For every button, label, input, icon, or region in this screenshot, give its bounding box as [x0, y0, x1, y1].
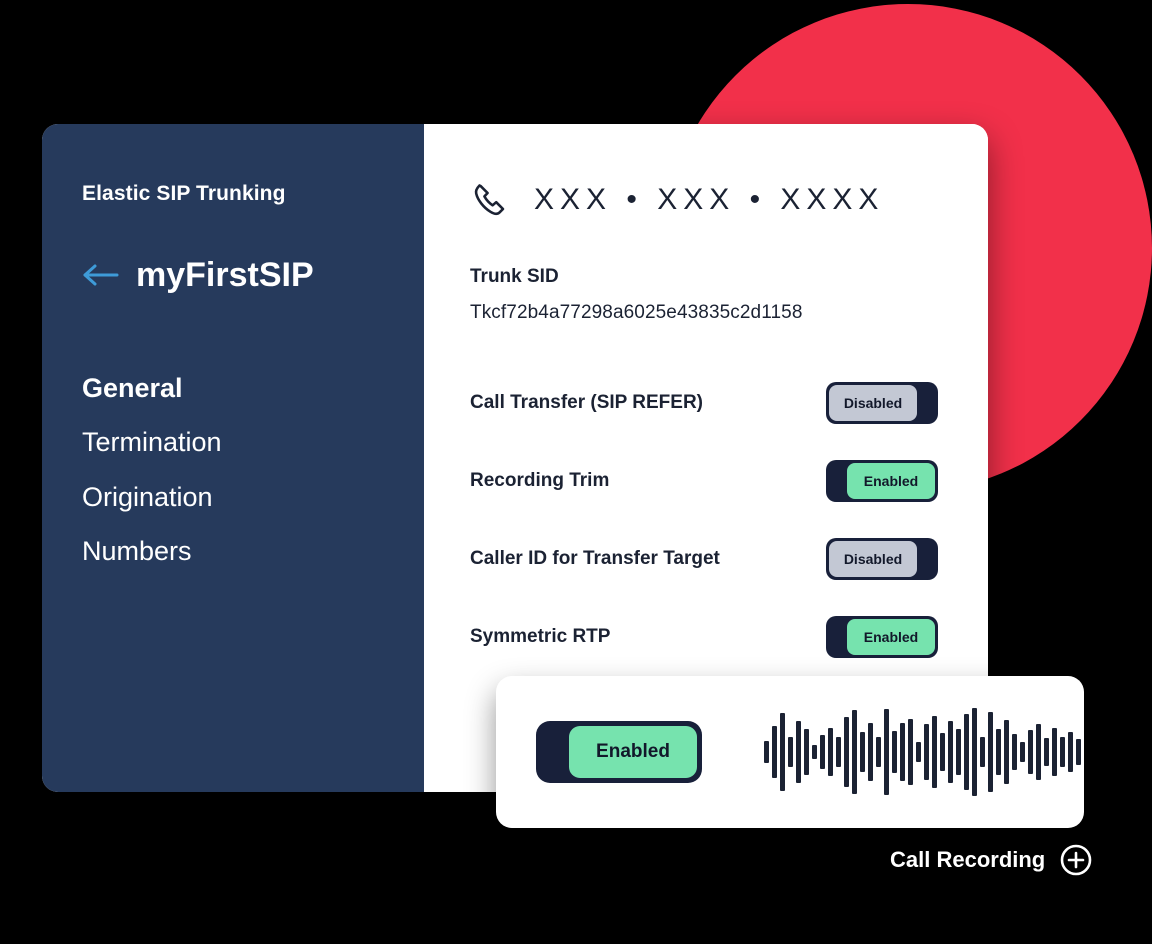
trunk-name: myFirstSIP [136, 256, 314, 294]
setting-row-recording-trim: Recording Trim Enabled [470, 460, 938, 502]
waveform-bar [1004, 720, 1009, 784]
arrow-left-icon[interactable] [82, 260, 120, 290]
trunk-sid-label: Trunk SID [470, 266, 559, 287]
waveform-bar [940, 733, 945, 771]
trunk-header: myFirstSIP [82, 258, 424, 292]
waveform-bar [772, 726, 777, 778]
sidebar-item-numbers[interactable]: Numbers [82, 537, 424, 566]
waveform-bar [964, 714, 969, 790]
waveform-bar [1012, 734, 1017, 770]
waveform-bar [828, 728, 833, 776]
call-recording-card: Enabled [496, 676, 1084, 828]
toggle-knob-label: Enabled [847, 463, 935, 499]
waveform-bar [1060, 737, 1065, 767]
waveform-bar [876, 737, 881, 767]
setting-label: Recording Trim [470, 470, 610, 491]
audio-waveform-icon [764, 708, 1081, 796]
waveform-bar [844, 717, 849, 787]
setting-row-call-transfer: Call Transfer (SIP REFER) Disabled [470, 382, 938, 424]
waveform-bar [764, 741, 769, 763]
settings-list: Call Transfer (SIP REFER) Disabled Recor… [470, 382, 938, 658]
waveform-bar [820, 735, 825, 769]
screenshot-canvas: Elastic SIP Trunking myFirstSIP General … [0, 0, 1152, 944]
sidebar-item-termination[interactable]: Termination [82, 428, 424, 457]
waveform-bar [868, 723, 873, 781]
toggle-recording-trim[interactable]: Enabled [826, 460, 938, 502]
waveform-bar [932, 716, 937, 788]
sidebar-nav: General Termination Origination Numbers [82, 374, 424, 566]
waveform-bar [924, 724, 929, 780]
waveform-bar [812, 745, 817, 759]
waveform-bar [996, 729, 1001, 775]
waveform-bar [836, 737, 841, 767]
brand-title: Elastic SIP Trunking [82, 182, 286, 205]
setting-label: Caller ID for Transfer Target [470, 548, 720, 569]
phone-number: XXX • XXX • XXXX [534, 183, 885, 216]
waveform-bar [1044, 738, 1049, 766]
call-recording-caption: Call Recording [890, 843, 1093, 877]
toggle-knob-label: Enabled [569, 726, 697, 778]
setting-label: Call Transfer (SIP REFER) [470, 392, 703, 413]
waveform-bar [1068, 732, 1073, 772]
waveform-bar [1020, 742, 1025, 762]
waveform-bar [916, 742, 921, 762]
waveform-bar [988, 712, 993, 792]
caption-label: Call Recording [890, 847, 1046, 872]
sidebar: Elastic SIP Trunking myFirstSIP General … [42, 124, 424, 792]
waveform-bar [956, 729, 961, 775]
waveform-bar [1076, 739, 1081, 765]
toggle-call-recording[interactable]: Enabled [536, 721, 702, 783]
waveform-bar [804, 729, 809, 775]
toggle-caller-id-transfer-target[interactable]: Disabled [826, 538, 938, 580]
phone-handset-icon [470, 180, 510, 220]
waveform-bar [788, 737, 793, 767]
toggle-knob-label: Enabled [847, 619, 935, 655]
waveform-bar [1036, 724, 1041, 780]
waveform-bar [908, 719, 913, 785]
waveform-bar [948, 721, 953, 783]
toggle-symmetric-rtp[interactable]: Enabled [826, 616, 938, 658]
waveform-bar [980, 737, 985, 767]
waveform-bar [1052, 728, 1057, 776]
waveform-bar [780, 713, 785, 791]
setting-row-caller-id-transfer-target: Caller ID for Transfer Target Disabled [470, 538, 938, 580]
setting-row-symmetric-rtp: Symmetric RTP Enabled [470, 616, 938, 658]
toggle-knob-label: Disabled [829, 385, 917, 421]
setting-label: Symmetric RTP [470, 626, 611, 647]
waveform-bar [796, 721, 801, 783]
info-circle-icon[interactable] [1059, 843, 1093, 877]
waveform-bar [900, 723, 905, 781]
toggle-knob-label: Disabled [829, 541, 917, 577]
waveform-bar [860, 732, 865, 772]
toggle-call-transfer[interactable]: Disabled [826, 382, 938, 424]
waveform-bar [884, 709, 889, 795]
trunk-sid-value: Tkcf72b4a77298a6025e43835c2d1158 [470, 302, 803, 323]
waveform-bar [852, 710, 857, 794]
waveform-bar [972, 708, 977, 796]
waveform-bar [1028, 730, 1033, 774]
sidebar-item-origination[interactable]: Origination [82, 482, 424, 511]
waveform-bar [892, 731, 897, 773]
phone-number-row: XXX • XXX • XXXX [470, 180, 988, 220]
sidebar-item-general[interactable]: General [82, 374, 424, 403]
